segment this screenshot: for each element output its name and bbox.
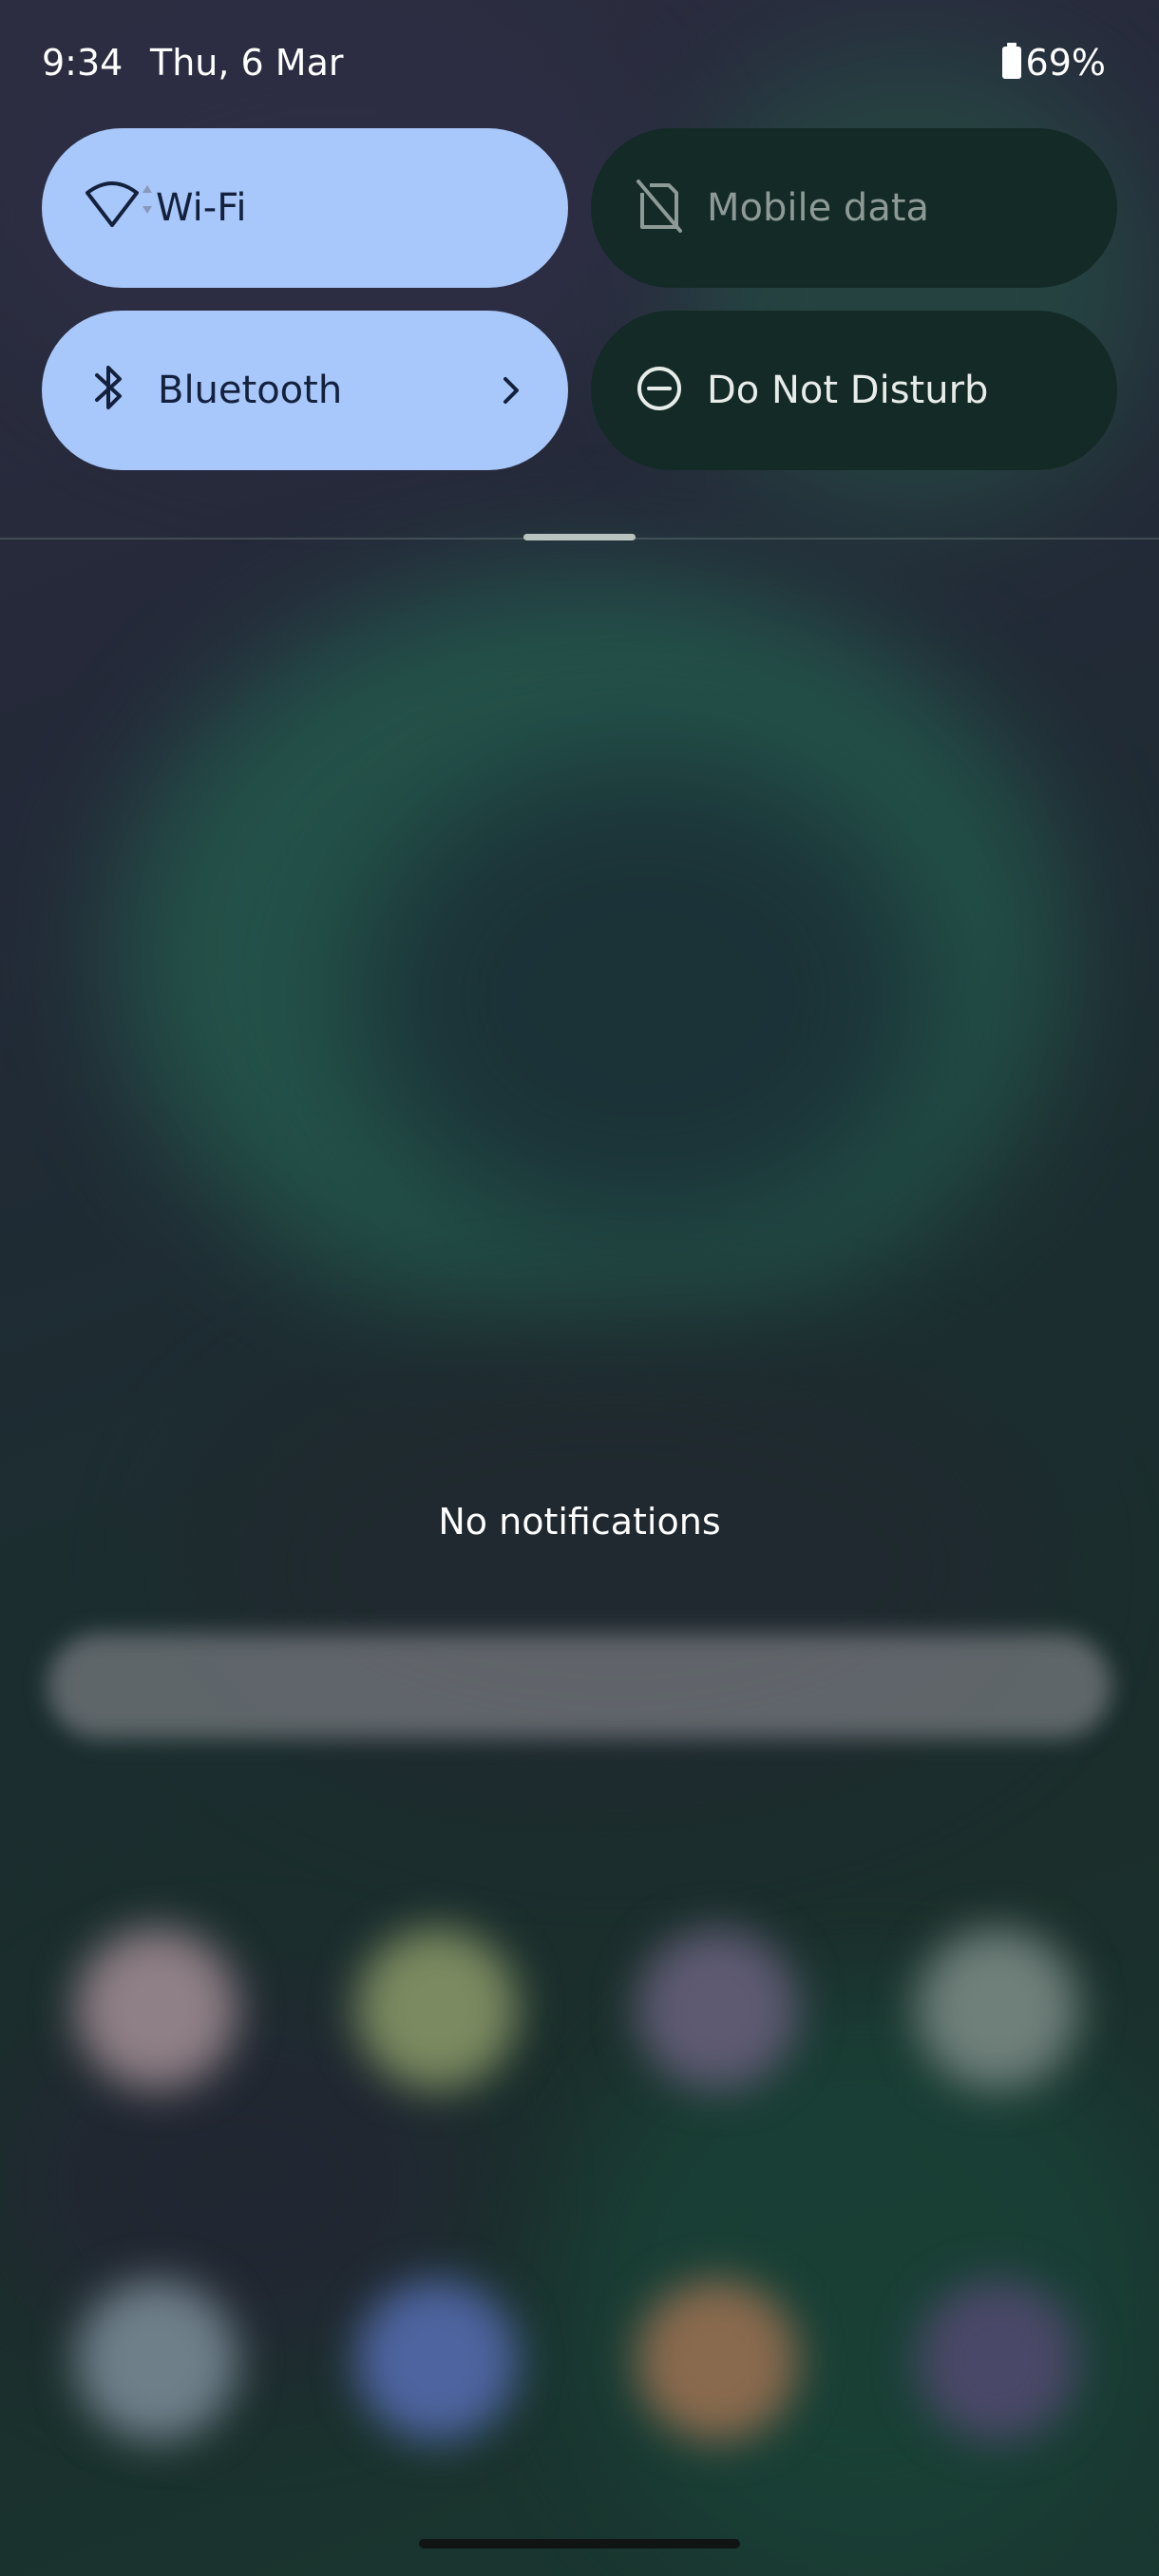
blurred-app-icon <box>76 1928 238 2090</box>
drag-handle[interactable] <box>523 534 636 540</box>
gesture-navigation-bar[interactable] <box>419 2539 740 2548</box>
bluetooth-tile[interactable]: Bluetooth <box>42 311 568 470</box>
do-not-disturb-tile-label: Do Not Disturb <box>707 369 989 412</box>
bluetooth-tile-label: Bluetooth <box>158 369 343 412</box>
blurred-app-icon <box>636 1928 798 2090</box>
blurred-app-icon <box>917 1928 1078 2090</box>
blurred-app-icon <box>76 2280 238 2441</box>
blurred-app-icon <box>356 2280 518 2441</box>
no-notifications-text: No notifications <box>438 1501 721 1543</box>
do-not-disturb-icon <box>633 360 686 421</box>
clock: 9:34 <box>42 42 124 84</box>
date: Thu, 6 Mar <box>150 42 344 84</box>
mobile-data-tile[interactable]: Mobile data <box>591 128 1117 288</box>
blurred-app-icon <box>636 2280 798 2441</box>
battery-percentage: 69% <box>1025 42 1106 84</box>
wifi-tile[interactable]: Wi-Fi <box>42 128 568 288</box>
blurred-app-icon <box>356 1928 518 2090</box>
status-bar: 9:34 Thu, 6 Mar 69% <box>0 0 1159 123</box>
wifi-icon <box>84 178 156 238</box>
bluetooth-icon <box>84 360 137 421</box>
battery-indicator: 69% <box>1001 42 1106 84</box>
battery-icon <box>1001 43 1022 83</box>
wifi-tile-label: Wi-Fi <box>156 186 247 230</box>
chevron-right-icon[interactable] <box>498 364 526 421</box>
mobile-data-tile-label: Mobile data <box>707 186 930 230</box>
no-sim-icon <box>633 178 686 238</box>
blurred-search-bar <box>48 1634 1112 1738</box>
do-not-disturb-tile[interactable]: Do Not Disturb <box>591 311 1117 470</box>
blurred-app-icon <box>917 2280 1078 2441</box>
